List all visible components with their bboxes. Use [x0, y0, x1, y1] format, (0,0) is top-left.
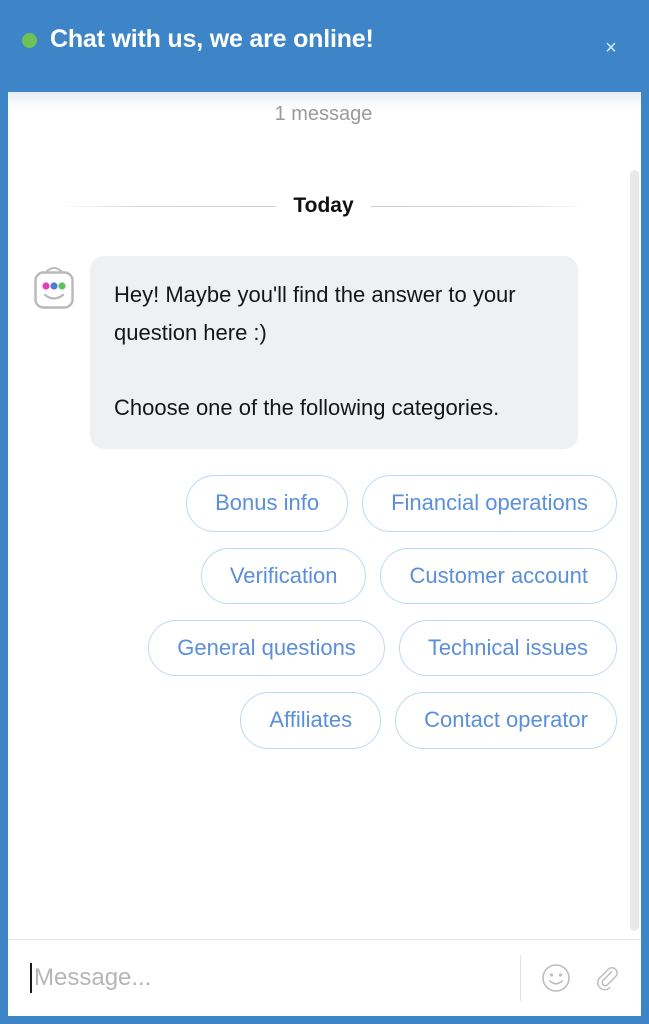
message-input[interactable]: Message... — [30, 940, 520, 1016]
message-input-placeholder: Message... — [34, 964, 152, 991]
close-icon[interactable]: × — [599, 36, 623, 60]
robot-avatar-icon — [32, 262, 76, 314]
bot-message-bubble: Hey! Maybe you'll find the answer to you… — [90, 256, 578, 450]
bot-message-row: Hey! Maybe you'll find the answer to you… — [24, 256, 623, 450]
paperclip-icon[interactable] — [589, 961, 623, 995]
smiley-face-icon[interactable] — [539, 961, 573, 995]
online-status-dot — [22, 32, 37, 48]
chat-header: Chat with us, we are online! × — [0, 0, 649, 92]
quick-reply-affiliates[interactable]: Affiliates — [240, 692, 382, 749]
quick-reply-list: Bonus info Financial operations Verifica… — [24, 475, 623, 749]
text-caret — [30, 963, 32, 993]
quick-reply-technical-issues[interactable]: Technical issues — [398, 620, 617, 677]
message-list-scrollbar[interactable] — [630, 170, 639, 931]
quick-reply-bonus-info[interactable]: Bonus info — [186, 475, 349, 532]
composer: Message... — [8, 940, 641, 1016]
day-separator-label: Today — [293, 194, 354, 217]
day-separator-line-right — [370, 205, 588, 207]
message-count-label: 1 message — [274, 103, 373, 125]
quick-reply-general-questions[interactable]: General questions — [148, 620, 385, 677]
quick-reply-financial-operations[interactable]: Financial operations — [362, 475, 617, 532]
day-separator-line-left — [60, 205, 277, 207]
day-separator: Today — [24, 194, 623, 218]
quick-reply-verification[interactable]: Verification — [200, 547, 367, 605]
chat-header-title: Chat with us, we are online! — [50, 24, 374, 53]
composer-actions — [520, 955, 623, 1001]
chat-widget: Chat with us, we are online! × 1 message… — [0, 0, 649, 1024]
chat-panel: 1 message Today Hey! Maybe you'll find t… — [8, 92, 641, 1016]
quick-reply-contact-operator[interactable]: Contact operator — [395, 692, 617, 749]
quick-reply-customer-account[interactable]: Customer account — [380, 547, 617, 605]
message-list: 1 message Today Hey! Maybe you'll find t… — [8, 92, 641, 939]
bot-message-paragraph-1: Hey! Maybe you'll find the answer to you… — [114, 282, 516, 345]
bot-message-paragraph-2: Choose one of the following categories. — [114, 395, 500, 421]
